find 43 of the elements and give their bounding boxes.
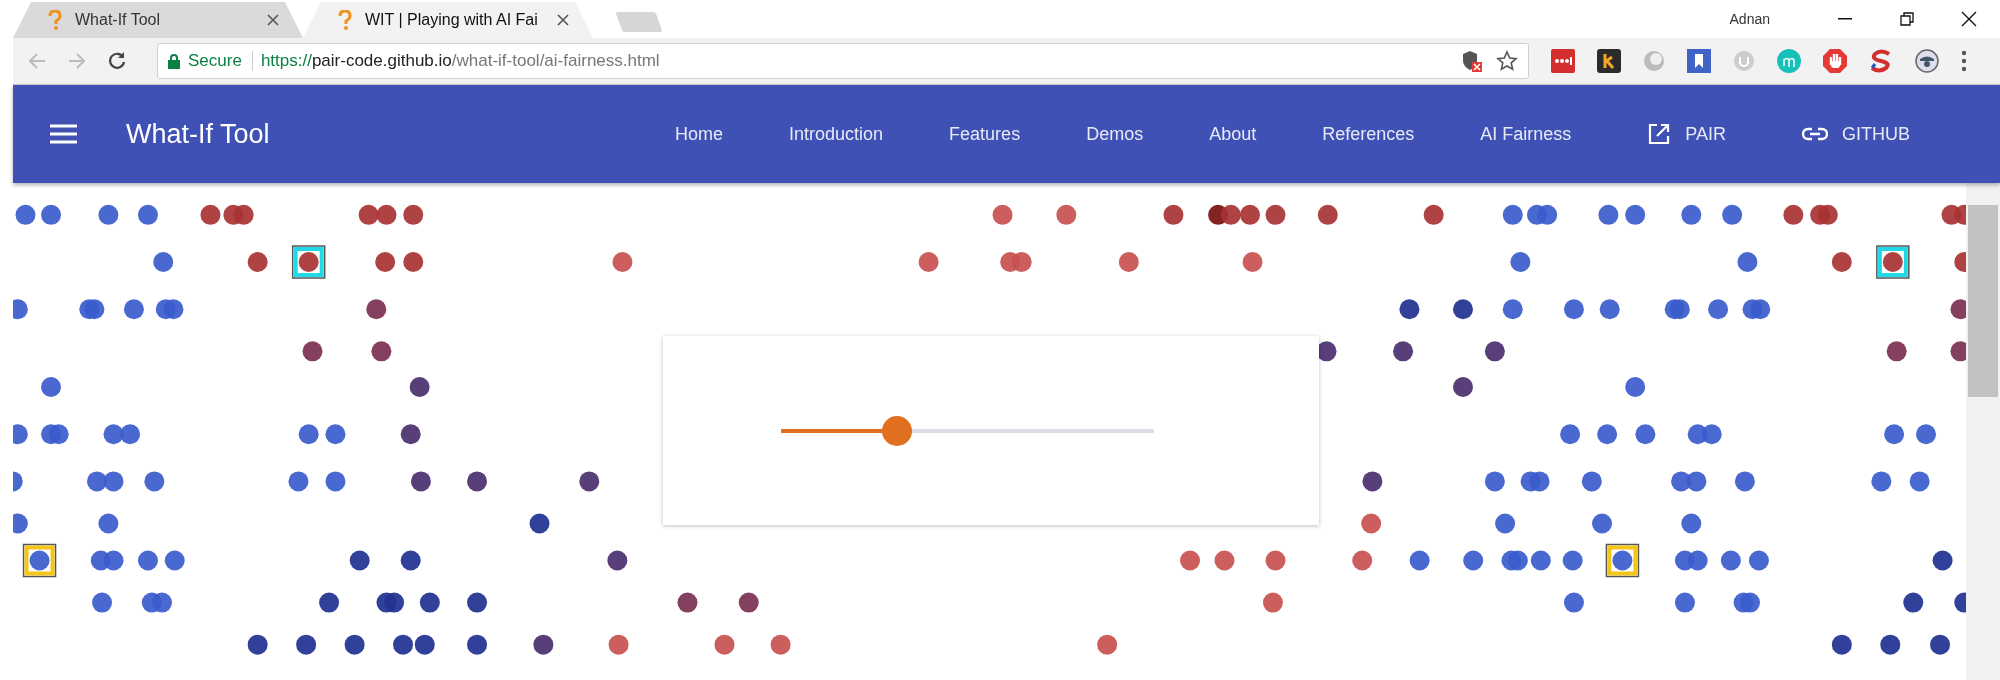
close-icon[interactable] xyxy=(557,14,569,26)
close-icon xyxy=(1961,11,1977,27)
profile-name[interactable]: Adnan xyxy=(1729,11,1770,27)
nav-link[interactable]: Demos xyxy=(1086,123,1144,145)
reload-icon xyxy=(107,51,127,71)
back-arrow-icon xyxy=(28,52,46,70)
site-title[interactable]: What-If Tool xyxy=(126,118,270,150)
nav-link[interactable]: AI Fairness xyxy=(1480,123,1572,145)
nav-link[interactable]: Features xyxy=(949,123,1021,145)
nav-link[interactable]: GITHUB xyxy=(1802,123,1910,145)
forward-arrow-icon xyxy=(68,52,86,70)
star-icon[interactable] xyxy=(1496,50,1518,72)
nav-link[interactable]: Introduction xyxy=(789,123,884,145)
url-text: https://pair-code.github.io/what-if-tool/ai-fairness.html xyxy=(260,51,660,71)
close-icon[interactable] xyxy=(267,14,279,26)
slider[interactable] xyxy=(781,415,1154,446)
slider-thumb[interactable] xyxy=(881,415,912,446)
nav-link[interactable]: Home xyxy=(675,123,724,145)
swirl-extension-icon[interactable] xyxy=(1869,49,1893,73)
menu-icon[interactable] xyxy=(50,124,77,144)
restore-icon xyxy=(1900,12,1914,26)
scrollbar-thumb[interactable] xyxy=(1968,205,1998,397)
more-menu-icon[interactable] xyxy=(1961,50,1967,72)
stop-hand-icon[interactable] xyxy=(1823,49,1847,73)
bookmark-extension-icon[interactable] xyxy=(1687,49,1711,73)
nav-link[interactable]: PAIR xyxy=(1647,122,1726,146)
shield-icon[interactable] xyxy=(1462,50,1482,72)
browser-tab[interactable]: What-If Tool xyxy=(13,2,303,38)
address-bar[interactable]: Secure https://pair-code.github.io/what-if-tool/ai-fairness.html xyxy=(157,43,1529,79)
dots-extension-icon[interactable] xyxy=(1551,49,1575,73)
minimize-icon xyxy=(1838,18,1852,20)
nav-link[interactable]: References xyxy=(1322,123,1415,145)
dark-square-extension-icon[interactable] xyxy=(1597,49,1621,73)
scrollbar[interactable] xyxy=(1966,183,2000,680)
question-mark-icon xyxy=(47,10,63,30)
nav-link[interactable]: About xyxy=(1209,123,1257,145)
question-mark-icon xyxy=(337,10,353,30)
link-icon xyxy=(1802,127,1828,141)
secure-label: Secure xyxy=(188,51,253,71)
browser-tab[interactable]: WIT | Playing with AI Fai xyxy=(303,2,593,38)
external-link-icon xyxy=(1647,122,1672,146)
telephone-icon[interactable] xyxy=(1915,49,1939,73)
lock-icon xyxy=(168,53,180,69)
